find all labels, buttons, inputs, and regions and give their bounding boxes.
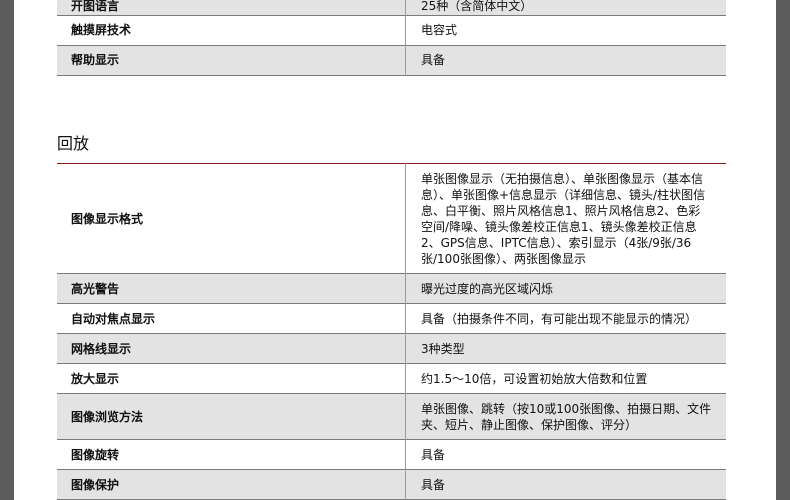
table-row: 帮助显示 具备	[57, 45, 726, 75]
table-row: 图像显示格式 单张图像显示（无拍摄信息）、单张图像显示（基本信息）、单张图像+信…	[57, 163, 726, 274]
table-row: 图像浏览方法 单张图像、跳转（按10或100张图像、拍摄日期、文件夹、短片、静止…	[57, 393, 726, 440]
row-label: 自动对焦点显示	[57, 303, 406, 334]
row-value: 电容式	[421, 23, 458, 37]
table-row: 高光警告 曝光过度的高光区域闪烁	[57, 273, 726, 304]
table-row: 自动对焦点显示 具备（拍摄条件不同，有可能出现不能显示的情况）	[57, 303, 726, 334]
row-label: 图像显示格式	[57, 163, 406, 274]
section-title-playback: 回放	[57, 134, 90, 153]
spec-table-playback: 图像显示格式 单张图像显示（无拍摄信息）、单张图像显示（基本信息）、单张图像+信…	[57, 163, 726, 500]
row-value: 25种（含简体中文）	[405, 0, 726, 15]
table-row: 开图语言 25种（含简体中文）	[57, 0, 726, 15]
table-row: 图像保护 具备	[57, 469, 726, 500]
table-row: 触摸屏技术 电容式	[57, 15, 726, 45]
row-value: 具备	[405, 45, 726, 75]
row-label: 图像保护	[57, 469, 406, 500]
row-value: 单张图像、跳转（按10或100张图像、拍摄日期、文件夹、短片、静止图像、保护图像…	[405, 393, 726, 440]
row-value: 具备	[405, 469, 726, 500]
row-label: 图像浏览方法	[57, 393, 406, 440]
table-row: 放大显示 约1.5～10倍，可设置初始放大倍数和位置	[57, 363, 726, 394]
row-label: 开图语言	[57, 0, 406, 15]
row-label: 图像旋转	[57, 439, 406, 470]
row-label: 高光警告	[57, 273, 406, 304]
row-value: 具备	[421, 447, 446, 462]
row-label: 网格线显示	[57, 333, 406, 364]
row-value: 单张图像显示（无拍摄信息）、单张图像显示（基本信息）、单张图像+信息显示（详细信…	[421, 171, 706, 266]
spec-table-top: 开图语言 25种（含简体中文） 触摸屏技术 电容式 帮助显示 具备	[57, 0, 726, 76]
row-value: 具备（拍摄条件不同，有可能出现不能显示的情况）	[421, 311, 698, 326]
row-value: 3种类型	[405, 333, 726, 364]
row-label: 放大显示	[57, 363, 406, 394]
table-row: 网格线显示 3种类型	[57, 333, 726, 364]
row-label: 触摸屏技术	[57, 15, 406, 45]
row-value: 曝光过度的高光区域闪烁	[405, 273, 726, 304]
document-page: 开图语言 25种（含简体中文） 触摸屏技术 电容式 帮助显示 具备 回放 图像显…	[14, 0, 776, 500]
table-row: 图像旋转 具备	[57, 439, 726, 470]
row-label: 帮助显示	[57, 45, 406, 75]
row-value: 约1.5～10倍，可设置初始放大倍数和位置	[421, 371, 648, 386]
